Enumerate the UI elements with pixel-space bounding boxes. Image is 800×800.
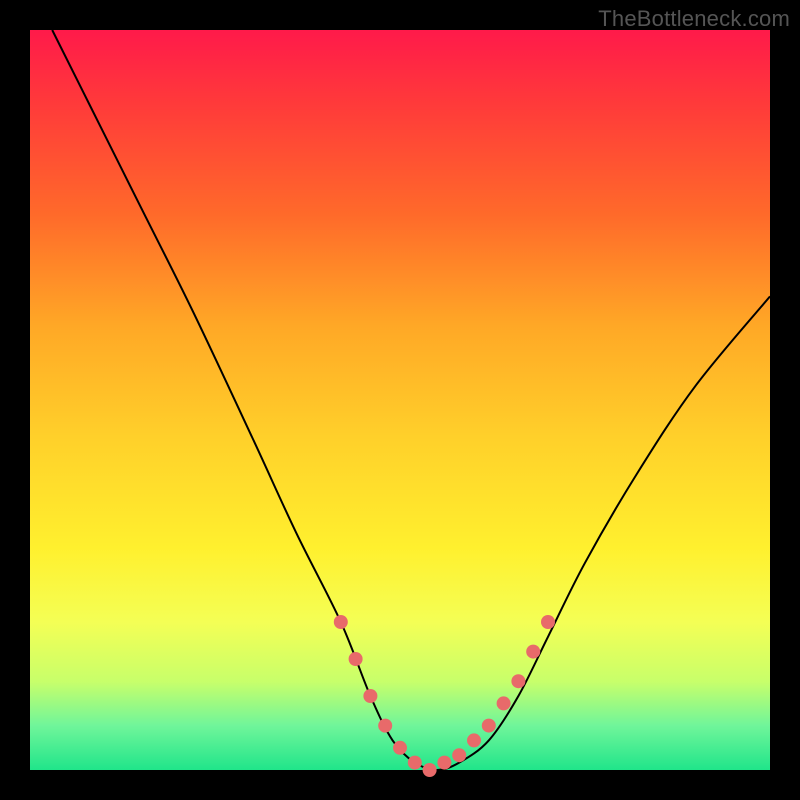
watermark-text: TheBottleneck.com xyxy=(598,6,790,32)
highlight-dot xyxy=(482,719,496,733)
highlight-dot xyxy=(363,689,377,703)
curve-layer xyxy=(30,30,770,770)
highlight-dot xyxy=(423,763,437,777)
plot-area xyxy=(30,30,770,770)
highlight-dot xyxy=(437,756,451,770)
highlight-dot xyxy=(497,696,511,710)
highlight-dot xyxy=(378,719,392,733)
chart-frame: TheBottleneck.com xyxy=(0,0,800,800)
highlight-dot xyxy=(541,615,555,629)
highlight-dot xyxy=(334,615,348,629)
highlight-dot xyxy=(408,756,422,770)
highlight-points xyxy=(334,615,555,777)
bottleneck-curve xyxy=(52,30,770,770)
highlight-dot xyxy=(467,733,481,747)
highlight-dot xyxy=(526,645,540,659)
highlight-dot xyxy=(511,674,525,688)
highlight-dot xyxy=(349,652,363,666)
highlight-dot xyxy=(452,748,466,762)
highlight-dot xyxy=(393,741,407,755)
